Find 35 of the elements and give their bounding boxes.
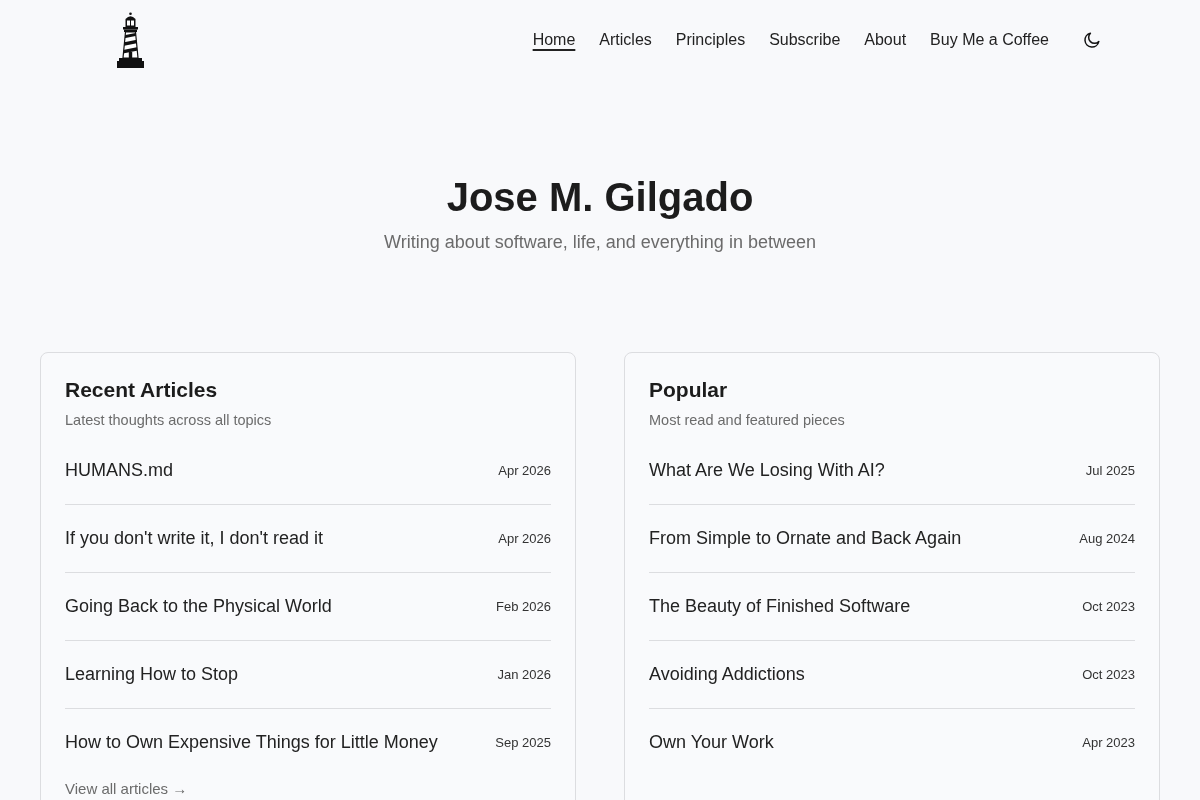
article-date: Aug 2024: [1079, 529, 1135, 548]
article-link[interactable]: From Simple to Ornate and Back Again: [649, 524, 962, 552]
article-link[interactable]: How to Own Expensive Things for Little Money: [65, 728, 438, 756]
card-subtitle: Most read and featured pieces: [649, 411, 846, 431]
article-link[interactable]: HUMANS.md: [65, 456, 173, 484]
article-date: Apr 2023: [1082, 733, 1135, 752]
article-date: Oct 2023: [1082, 597, 1135, 616]
nav-link[interactable]: Buy Me a Coffee: [930, 30, 1049, 50]
article-link[interactable]: Learning How to Stop: [65, 660, 239, 688]
article-date: Feb 2026: [496, 597, 551, 616]
site-title: Jose M. Gilgado: [445, 174, 755, 221]
card-title: Popular: [649, 377, 729, 403]
article-link[interactable]: The Beauty of Finished Software: [649, 592, 911, 620]
card-subtitle: Latest thoughts across all topics: [65, 411, 273, 431]
nav-link[interactable]: Articles: [599, 30, 652, 50]
article-date: Jul 2025: [1085, 461, 1135, 480]
nav-link[interactable]: Home: [532, 30, 576, 50]
nav-link[interactable]: Principles: [675, 30, 746, 50]
view-all-link[interactable]: View all articles →: [65, 777, 188, 800]
site-tagline: Writing about software, life, and everything in between: [383, 231, 817, 254]
article-link[interactable]: Going Back to the Physical World: [65, 592, 332, 620]
article-date: Oct 2023: [1082, 665, 1135, 684]
article-link[interactable]: If you don't write it, I don't read it: [65, 524, 323, 552]
lighthouse-logo[interactable]: [117, 12, 144, 68]
dark-mode-toggle[interactable]: [1083, 31, 1101, 49]
article-link[interactable]: Own Your Work: [649, 728, 774, 756]
article-date: Apr 2026: [498, 461, 551, 480]
article-link[interactable]: What Are We Losing With AI?: [649, 456, 885, 484]
article-date: Sep 2025: [495, 733, 551, 752]
nav-link[interactable]: About: [864, 30, 907, 50]
article-date: Apr 2026: [498, 529, 551, 548]
card-title: Recent Articles: [65, 377, 219, 403]
nav-link[interactable]: Subscribe: [769, 30, 841, 50]
article-date: Jan 2026: [497, 665, 551, 684]
article-link[interactable]: Avoiding Addictions: [649, 660, 805, 688]
